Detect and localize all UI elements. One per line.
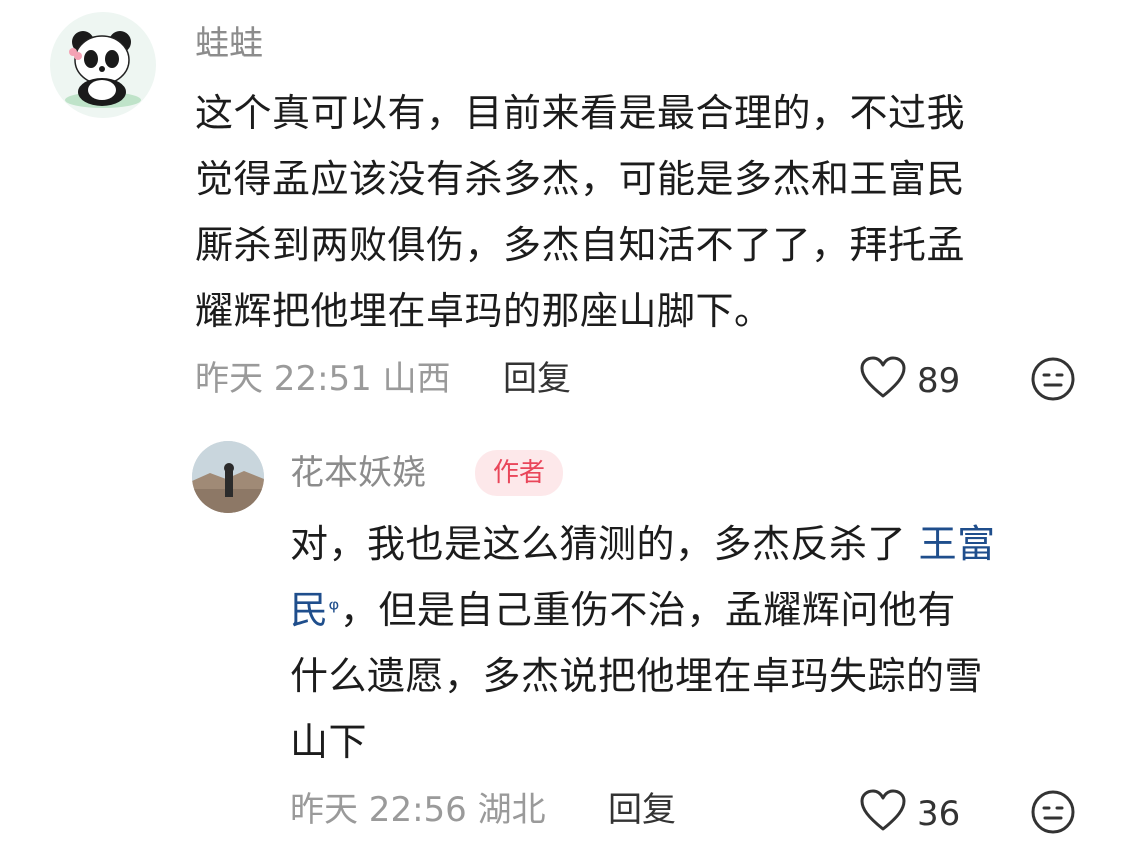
like-count: 89 xyxy=(917,361,961,401)
comment-line: 耀辉把他埋在卓玛的那座山脚下。 xyxy=(195,289,773,333)
comment-text: 对，我也是这么猜测的，多杰反杀了 王富 民ᵠ，但是自己重伤不治，孟耀辉问他有 什… xyxy=(290,511,1090,775)
comment-time: 昨天 22:51 xyxy=(195,359,372,399)
comment-text-segment: ，但是自己重伤不治，孟耀辉问他有 xyxy=(339,588,956,632)
heart-icon xyxy=(860,356,906,404)
search-icon[interactable]: ᵠ xyxy=(329,595,340,625)
comment-text-segment: 对，我也是这么猜测的，多杰反杀了 xyxy=(290,522,907,566)
search-link[interactable]: 王富 xyxy=(919,522,996,566)
comment-username[interactable]: 蛙蛙 xyxy=(195,27,263,61)
reply-button[interactable]: 回复 xyxy=(503,362,571,396)
panda-avatar[interactable] xyxy=(50,12,156,118)
like-button[interactable]: 89 xyxy=(860,354,970,404)
like-button[interactable]: 36 xyxy=(860,787,970,837)
comment-location: 山西 xyxy=(382,359,451,399)
reply-button[interactable]: 回复 xyxy=(608,793,676,827)
comment-text: 这个真可以有，目前来看是最合理的，不过我 觉得孟应该没有杀多杰，可能是多杰和王富… xyxy=(195,80,1095,344)
comment-time: 昨天 22:56 xyxy=(290,790,467,830)
author-badge: 作者 xyxy=(475,450,564,496)
comment-meta: 昨天 22:56 湖北 xyxy=(290,793,546,827)
comment-meta: 昨天 22:51 山西 xyxy=(195,362,451,396)
comment-line: 民ᵠ，但是自己重伤不治，孟耀辉问他有 xyxy=(290,577,1090,643)
comment-line: 厮杀到两败俱伤，多杰自知活不了了，拜托孟 xyxy=(195,223,966,267)
heart-icon xyxy=(860,789,906,837)
comment-line: 对，我也是这么猜测的，多杰反杀了 王富 xyxy=(290,511,1090,577)
comment-line: 什么遗愿，多杰说把他埋在卓玛失踪的雪 xyxy=(290,654,984,698)
like-count: 36 xyxy=(917,794,961,834)
search-link[interactable]: 民 xyxy=(290,588,329,632)
comment-line: 这个真可以有，目前来看是最合理的，不过我 xyxy=(195,91,966,135)
person-avatar[interactable] xyxy=(192,441,264,513)
comment-location: 湖北 xyxy=(477,790,546,830)
face-icon[interactable] xyxy=(1030,789,1076,835)
comment-line: 觉得孟应该没有杀多杰，可能是多杰和王富民 xyxy=(195,157,966,201)
author-username[interactable]: 花本妖娆 xyxy=(290,456,426,490)
face-icon[interactable] xyxy=(1030,356,1076,402)
comment-line: 山下 xyxy=(290,720,368,764)
